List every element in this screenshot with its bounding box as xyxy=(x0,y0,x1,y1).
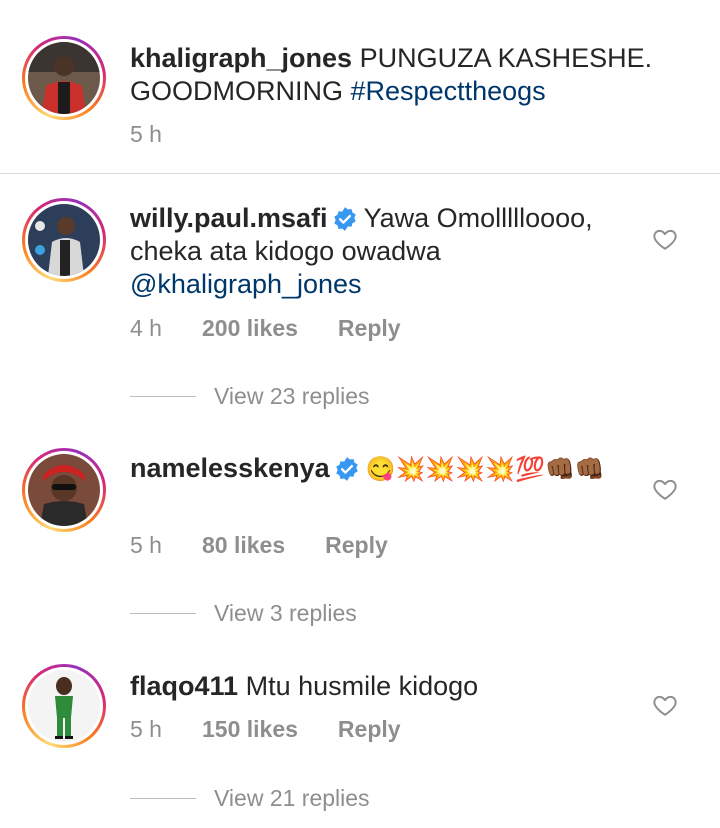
comment-time: 5 h xyxy=(130,532,162,558)
view-replies-label: View 3 replies xyxy=(214,600,357,626)
comment-username[interactable]: willy.paul.msafi xyxy=(130,203,328,233)
comment-likes[interactable]: 150 likes xyxy=(202,716,298,743)
view-replies-label: View 21 replies xyxy=(214,785,370,811)
heart-outline-icon[interactable] xyxy=(652,226,678,252)
comment-mention[interactable]: @khaligraph_jones xyxy=(130,269,362,299)
comment-meta: 5 h 80 likes Reply xyxy=(130,532,388,559)
avatar-image xyxy=(28,454,100,526)
view-replies-button[interactable]: View 23 replies xyxy=(130,383,370,410)
comment-avatar[interactable] xyxy=(22,664,106,748)
avatar-image xyxy=(28,42,100,114)
heart-outline-icon[interactable] xyxy=(652,692,678,718)
caption-text: khaligraph_jones PUNGUZA KASHESHE. GOODM… xyxy=(130,42,690,108)
view-replies-button[interactable]: View 3 replies xyxy=(130,600,357,627)
comment-likes[interactable]: 200 likes xyxy=(202,315,298,342)
comment-body: Mtu husmile kidogo xyxy=(245,671,479,701)
comment-meta: 4 h 200 likes Reply xyxy=(130,315,401,342)
view-replies-label: View 23 replies xyxy=(214,383,370,409)
caption-username[interactable]: khaligraph_jones xyxy=(130,43,352,73)
comment-meta: 5 h 150 likes Reply xyxy=(130,716,401,743)
replies-line xyxy=(130,613,196,614)
avatar-image xyxy=(28,204,100,276)
replies-line xyxy=(130,396,196,397)
comment-avatar[interactable] xyxy=(22,198,106,282)
reply-button[interactable]: Reply xyxy=(338,315,401,342)
replies-line xyxy=(130,798,196,799)
comment-time: 5 h xyxy=(130,716,162,742)
verified-badge-icon xyxy=(335,457,358,481)
comment-body: 😋💥💥💥💥💯👊🏾👊🏾 xyxy=(365,456,605,483)
caption-meta: 5 h xyxy=(130,121,202,148)
post-caption: khaligraph_jones PUNGUZA KASHESHE. GOODM… xyxy=(0,0,720,173)
comment-text: willy.paul.msafi Yawa Omollllloooo, cheka… xyxy=(130,202,650,301)
comment-likes[interactable]: 80 likes xyxy=(202,532,285,559)
comment-username[interactable]: flaqo411 xyxy=(130,671,238,701)
reply-button[interactable]: Reply xyxy=(325,532,388,559)
reply-button[interactable]: Reply xyxy=(338,716,401,743)
caption-hashtag[interactable]: #Respecttheogs xyxy=(351,76,546,106)
comment-text: namelesskenya 😋💥💥💥💥💯👊🏾👊🏾 xyxy=(130,452,650,486)
avatar-image xyxy=(28,670,100,742)
caption-avatar[interactable] xyxy=(22,36,106,120)
comment-time: 4 h xyxy=(130,315,162,341)
heart-outline-icon[interactable] xyxy=(652,476,678,502)
caption-divider xyxy=(0,173,720,174)
caption-time: 5 h xyxy=(130,121,162,147)
view-replies-button[interactable]: View 21 replies xyxy=(130,785,370,812)
comment-username[interactable]: namelesskenya xyxy=(130,453,330,483)
comment-text: flaqo411 Mtu husmile kidogo xyxy=(130,670,650,703)
comment-avatar[interactable] xyxy=(22,448,106,532)
verified-badge-icon xyxy=(333,207,356,231)
